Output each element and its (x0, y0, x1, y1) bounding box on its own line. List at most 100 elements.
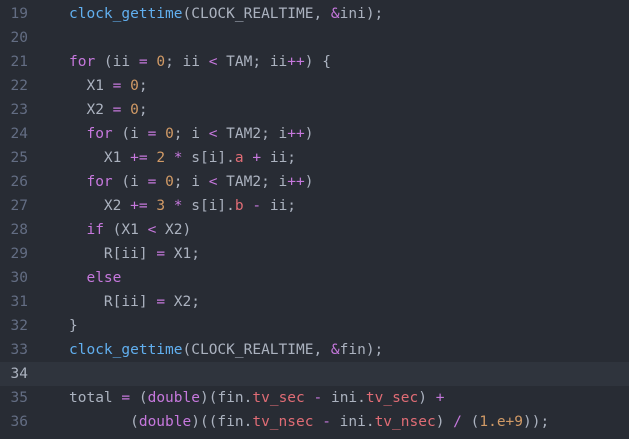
code-token: tv_sec (252, 390, 305, 406)
code-token: + (252, 150, 262, 166)
code-token: - (322, 414, 331, 430)
code-line-28[interactable]: 28 if (X1 < X2) (0, 218, 629, 242)
code-line-32[interactable]: 32} (0, 314, 629, 338)
code-text[interactable]: clock_gettime(CLOCK_REALTIME, &fin); (69, 338, 629, 362)
code-line-29[interactable]: 29 R[ii] = X1; (0, 242, 629, 266)
code-text[interactable]: X2 = 0; (69, 98, 629, 122)
code-text[interactable]: if (X1 < X2) (69, 218, 629, 242)
code-token: / (453, 414, 462, 430)
code-line-22[interactable]: 22 X1 = 0; (0, 74, 629, 98)
line-number: 29 (10, 246, 28, 262)
code-token: ; i (173, 126, 209, 142)
code-token: X1; (165, 246, 200, 262)
code-editor[interactable]: 19 clock_gettime(CLOCK_REALTIME, &ini); 20… (0, 2, 629, 434)
code-line-33[interactable]: 33 clock_gettime(CLOCK_REALTIME, &fin); (0, 338, 629, 362)
code-token: 0 (165, 126, 174, 142)
code-text[interactable]: total = (double)(fin.tv_sec - ini.tv_sec… (69, 386, 629, 410)
code-token: X2) (156, 222, 192, 238)
code-token: } (69, 318, 78, 334)
code-token: ini. (330, 414, 375, 430)
code-text[interactable]: X1 += 2 * s[i].a + ii; (69, 146, 629, 170)
code-line-23[interactable]: 23 X2 = 0; (0, 98, 629, 122)
code-text[interactable]: for (i = 0; i < TAM2; i++) (69, 122, 629, 146)
code-line-25[interactable]: 25 X1 += 2 * s[i].a + ii; (0, 146, 629, 170)
code-token: ( (461, 414, 480, 430)
code-line-30[interactable]: 30 else (0, 266, 629, 290)
code-text[interactable]: } (69, 314, 629, 338)
code-token: fin); (339, 342, 384, 358)
code-token: if (86, 222, 104, 238)
code-token: ii; (261, 150, 297, 166)
code-token: += (130, 150, 148, 166)
code-line-36[interactable]: 36 (double)((fin.tv_nsec - ini.tv_nsec) … (0, 410, 629, 434)
code-token: X2; (165, 294, 200, 310)
code-token: - (252, 198, 262, 214)
code-text[interactable]: X2 += 3 * s[i].b - ii; (69, 194, 629, 218)
code-line-20[interactable]: 20 (0, 26, 629, 50)
code-token: ; (138, 78, 148, 94)
code-text[interactable]: else (69, 266, 629, 290)
code-token: ; ii (165, 54, 209, 70)
code-token: = (138, 54, 148, 70)
code-text[interactable]: for (ii = 0; ii < TAM; ii++) { (69, 50, 629, 74)
line-number: 23 (10, 102, 28, 118)
code-token: double (147, 390, 200, 406)
code-token: ini. (322, 390, 366, 406)
code-text[interactable]: (double)((fin.tv_nsec - ini.tv_nsec) / (… (69, 410, 629, 434)
code-token: (i (112, 174, 148, 190)
code-text[interactable]: for (i = 0; i < TAM2; i++) (69, 170, 629, 194)
code-text[interactable]: X1 = 0; (69, 74, 629, 98)
code-token: (i (112, 126, 148, 142)
code-token: for (86, 126, 113, 142)
code-token: clock_gettime (69, 342, 183, 358)
code-line-35[interactable]: 35 total = (double)(fin.tv_sec - ini.tv_s… (0, 386, 629, 410)
code-token: X2 (69, 198, 131, 214)
code-token: ) (435, 414, 454, 430)
code-line-24[interactable]: 24 for (i = 0; i < TAM2; i++) (0, 122, 629, 146)
code-token: += (130, 198, 148, 214)
code-token: ) (304, 126, 314, 142)
code-line-21[interactable]: 21 for (ii = 0; ii < TAM; ii++) { (0, 50, 629, 74)
code-token: else (86, 270, 122, 286)
code-token: ; (138, 102, 148, 118)
code-token: tv_sec (365, 390, 419, 406)
code-token: 2 (156, 150, 166, 166)
code-text[interactable]: clock_gettime(CLOCK_REALTIME, &ini); (69, 2, 629, 26)
line-number: 31 (10, 294, 28, 310)
code-token: b (234, 198, 244, 214)
code-token: ++ (287, 174, 305, 190)
line-number: 30 (10, 270, 28, 286)
code-line-34[interactable]: 34 (0, 362, 629, 386)
code-token: R[ii] (69, 246, 157, 262)
code-token: double (138, 414, 192, 430)
line-number: 33 (10, 342, 28, 358)
code-line-26[interactable]: 26 for (i = 0; i < TAM2; i++) (0, 170, 629, 194)
code-token: ; i (173, 174, 209, 190)
code-token: X1 (69, 150, 131, 166)
code-token: (CLOCK_REALTIME, (182, 342, 331, 358)
code-token: 0 (130, 78, 139, 94)
code-token: ii; (261, 198, 297, 214)
line-number: 25 (10, 150, 28, 166)
code-line-27[interactable]: 27 X2 += 3 * s[i].b - ii; (0, 194, 629, 218)
code-line-19[interactable]: 19 clock_gettime(CLOCK_REALTIME, &ini); (0, 2, 629, 26)
code-token: * (173, 150, 183, 166)
line-number: 35 (10, 390, 28, 406)
code-token: for (86, 174, 113, 190)
code-token: & (330, 6, 340, 22)
code-line-31[interactable]: 31 R[ii] = X2; (0, 290, 629, 314)
line-number: 34 (10, 366, 28, 382)
code-token: TAM2; i (217, 126, 288, 142)
code-token: = (156, 294, 166, 310)
line-number: 19 (10, 6, 28, 22)
code-text[interactable]: R[ii] = X2; (69, 290, 629, 314)
code-text[interactable]: R[ii] = X1; (69, 242, 629, 266)
code-token: + (435, 390, 445, 406)
code-token: X2 (69, 102, 113, 118)
code-token: R[ii] (69, 294, 157, 310)
